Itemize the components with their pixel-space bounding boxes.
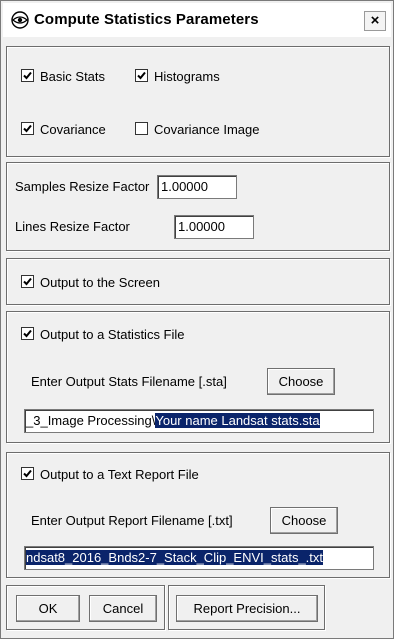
- report-filename-selected: ndsat8_2016_Bnds2-7_Stack_Clip_ENVI_stat…: [26, 550, 324, 565]
- window-title: Compute Statistics Parameters: [34, 11, 259, 28]
- compute-statistics-dialog: Compute Statistics Parameters × Basic St…: [0, 0, 394, 639]
- output-stats-file-checkbox[interactable]: [21, 327, 34, 340]
- check-icon: [23, 277, 32, 286]
- choose-stats-file-button[interactable]: Choose: [267, 368, 335, 395]
- stats-filename-label: Enter Output Stats Filename [.sta]: [31, 374, 227, 389]
- app-icon: [11, 11, 29, 29]
- output-report-file-label: Output to a Text Report File: [40, 467, 199, 482]
- histograms-checkbox[interactable]: [135, 69, 148, 82]
- choose-report-file-button[interactable]: Choose: [270, 507, 338, 534]
- title-bar[interactable]: Compute Statistics Parameters ×: [3, 3, 391, 37]
- report-precision-group: Report Precision...: [168, 585, 325, 630]
- basic-stats-checkbox[interactable]: [21, 69, 34, 82]
- cancel-button[interactable]: Cancel: [89, 595, 157, 622]
- output-report-file-checkbox[interactable]: [21, 467, 34, 480]
- stats-filename-selected: Your name Landsat stats.sta: [155, 413, 320, 428]
- samples-resize-label: Samples Resize Factor: [15, 179, 150, 194]
- covariance-checkbox[interactable]: [21, 122, 34, 135]
- output-stats-file-group: Output to a Statistics File Enter Output…: [6, 311, 390, 443]
- ok-button[interactable]: OK: [16, 595, 80, 622]
- report-filename-label: Enter Output Report Filename [.txt]: [31, 513, 233, 528]
- stats-options-group: Basic Stats Histograms Covariance Covari…: [6, 46, 390, 157]
- output-screen-checkbox[interactable]: [21, 275, 34, 288]
- ok-cancel-group: OK Cancel: [6, 585, 165, 630]
- basic-stats-label: Basic Stats: [40, 69, 106, 84]
- output-stats-file-label: Output to a Statistics File: [40, 327, 185, 342]
- resize-factors-group: Samples Resize Factor 1.00000 Lines Resi…: [6, 162, 390, 251]
- output-screen-label: Output to the Screen: [40, 275, 160, 290]
- covariance-image-checkbox[interactable]: [135, 122, 148, 135]
- stats-filename-input[interactable]: ​_3_Image Processing\Your name Landsat s…: [24, 409, 374, 433]
- output-report-file-group: Output to a Text Report File Enter Outpu…: [6, 452, 390, 578]
- report-precision-button[interactable]: Report Precision...: [176, 595, 318, 622]
- report-filename-input[interactable]: ndsat8_2016_Bnds2-7_Stack_Clip_ENVI_stat…: [24, 546, 374, 570]
- check-icon: [137, 71, 146, 80]
- check-icon: [23, 329, 32, 338]
- stats-filename-path-prefix: ​_3_Image Processing\: [26, 413, 156, 428]
- covariance-image-label: Covariance Image: [154, 122, 260, 137]
- close-button[interactable]: ×: [364, 11, 386, 31]
- histograms-label: Histograms: [154, 69, 220, 84]
- output-screen-group: Output to the Screen: [6, 258, 390, 305]
- check-icon: [23, 469, 32, 478]
- samples-resize-input[interactable]: 1.00000: [157, 175, 237, 199]
- lines-resize-label: Lines Resize Factor: [15, 219, 130, 234]
- check-icon: [23, 71, 32, 80]
- covariance-label: Covariance: [40, 122, 106, 137]
- check-icon: [23, 124, 32, 133]
- lines-resize-input[interactable]: 1.00000: [174, 215, 254, 239]
